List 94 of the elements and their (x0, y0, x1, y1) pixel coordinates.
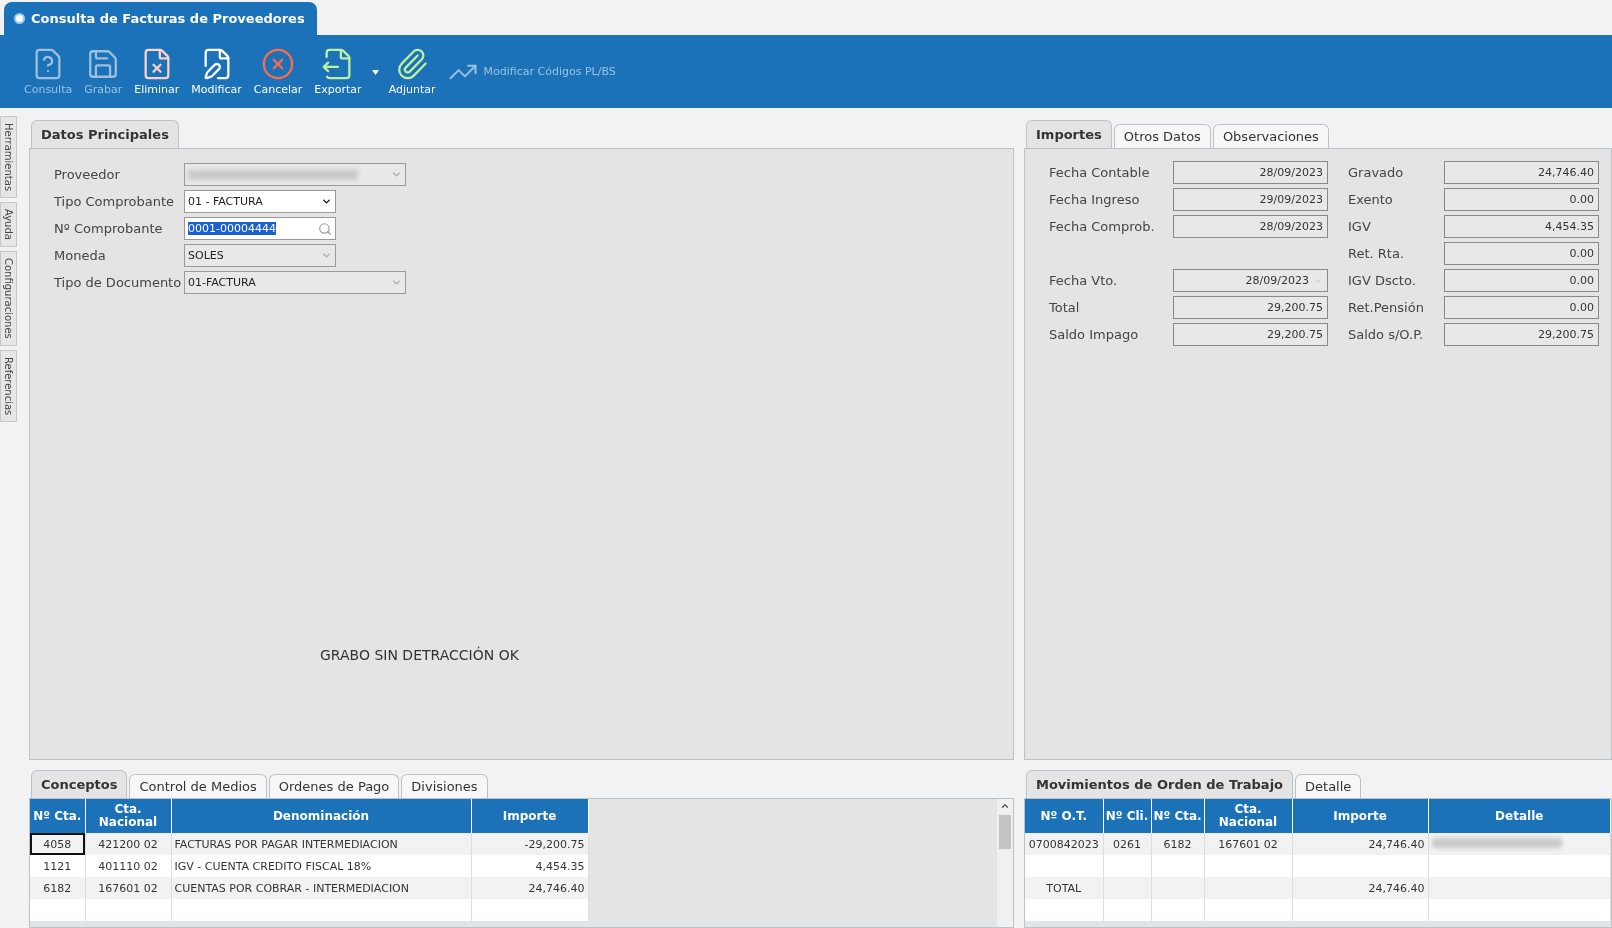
amount-field[interactable]: 28/09/2023 (1173, 161, 1328, 184)
table-cell: CUENTAS POR COBRAR - INTERMEDIACION (171, 877, 471, 899)
table-cell: 167601 02 (1204, 833, 1292, 855)
field-label: Ret.Pensión (1348, 300, 1425, 315)
table-cell: 4058 (30, 833, 85, 855)
tab[interactable]: Ordenes de Pago (268, 774, 400, 798)
amount-field[interactable]: 24,746.40 (1444, 161, 1599, 184)
side-tab[interactable]: Referencias (0, 349, 17, 423)
field-label: Exento (1348, 192, 1394, 207)
table-cell: 24,746.40 (1292, 877, 1428, 899)
field-label: Ret. Rta. (1348, 246, 1406, 261)
table-cell: 4,454.35 (471, 855, 588, 877)
column-header: Nº Cta. (1151, 799, 1204, 833)
field-label: Gravado (1348, 165, 1405, 180)
select-field[interactable]: 01 - FACTURA (184, 190, 336, 213)
table-cell: 421200 02 (85, 833, 171, 855)
dropdown-icon (321, 250, 332, 261)
table-cell: -29,200.75 (471, 833, 588, 855)
table-cell: 0261 (1103, 833, 1151, 855)
table-cell: 24,746.40 (1292, 833, 1428, 855)
field-label: Saldo s/O.P. (1348, 327, 1425, 342)
side-tab[interactable]: Ayuda (0, 202, 17, 248)
toolbar-button[interactable]: Exportar (310, 45, 366, 98)
column-header: Cta. Nacional (85, 799, 171, 833)
table-cell: 167601 02 (85, 877, 171, 899)
field-label: IGV Dscto. (1348, 273, 1417, 288)
field-label: Moneda (54, 248, 107, 263)
dropdown-icon (391, 169, 402, 180)
dropdown-icon (321, 196, 332, 207)
amount-field[interactable]: 0.00 (1444, 188, 1599, 211)
tab[interactable]: Observaciones (1212, 124, 1329, 148)
tab[interactable]: Datos Principales (31, 120, 179, 148)
tab[interactable]: Conceptos (31, 770, 128, 798)
search-icon (318, 221, 332, 236)
tab[interactable]: Divisiones (401, 774, 488, 798)
field-label: Fecha Comprob. (1049, 219, 1156, 234)
table-cell: 6182 (30, 877, 85, 899)
scroll-up-icon[interactable] (1000, 801, 1010, 811)
side-tab[interactable]: Herramientas (0, 116, 17, 199)
table-cell: 401110 02 (85, 855, 171, 877)
amount-field[interactable]: 0.00 (1444, 269, 1599, 292)
toolbar-button[interactable]: Modificar (187, 45, 246, 98)
field-label: IGV (1348, 219, 1372, 234)
search-field[interactable]: 0001-00004444 (184, 217, 336, 240)
table-cell: IGV - CUENTA CREDITO FISCAL 18% (171, 855, 471, 877)
field-label: Saldo Impago (1049, 327, 1140, 342)
scrollbar[interactable] (997, 799, 1013, 927)
status-message: GRABO SIN DETRACCIÓN OK (320, 647, 519, 663)
amount-field[interactable]: 28/09/2023 (1173, 215, 1328, 238)
table-cell: FACTURAS POR PAGAR INTERMEDIACION (171, 833, 471, 855)
field-label: Fecha Contable (1049, 165, 1151, 180)
dropdown-icon (391, 277, 402, 288)
column-header: Denominación (171, 799, 471, 833)
field-label: Fecha Ingreso (1049, 192, 1141, 207)
amount-field[interactable]: 4,454.35 (1444, 215, 1599, 238)
field-label: Proveedor (54, 167, 121, 182)
column-header: Cta. Nacional (1204, 799, 1292, 833)
column-header: Nº O.T. (1025, 799, 1103, 833)
field-label: Tipo de Documento (54, 275, 183, 290)
tab[interactable]: Importes (1026, 120, 1112, 148)
column-header: Nº Cli. (1103, 799, 1151, 833)
column-header: Importe (1292, 799, 1428, 833)
column-header: Importe (471, 799, 588, 833)
table-cell: 1121 (30, 855, 85, 877)
toolbar-button[interactable]: Adjuntar (384, 45, 440, 98)
tab[interactable]: Control de Medios (129, 774, 267, 798)
amount-field[interactable]: 29,200.75 (1444, 323, 1599, 346)
table-cell: 24,746.40 (471, 877, 588, 899)
date-field[interactable]: 28/09/2023 (1173, 269, 1328, 292)
table-cell: TOTAL (1025, 877, 1103, 899)
column-header: Nº Cta. (30, 799, 85, 833)
side-tab[interactable]: Configuraciones (0, 251, 17, 346)
scrollbar-thumb[interactable] (999, 815, 1011, 849)
amount-field[interactable]: 0.00 (1444, 242, 1599, 265)
cancel-icon (261, 47, 296, 81)
paperclip-icon (395, 47, 430, 81)
amount-field[interactable]: 29,200.75 (1173, 323, 1328, 346)
tab[interactable]: Detalle (1295, 774, 1362, 798)
field-label: Fecha Vto. (1049, 273, 1119, 288)
tab[interactable]: Otros Datos (1113, 124, 1211, 148)
app-icon (14, 13, 25, 24)
column-header: Detalle (1428, 799, 1611, 833)
toolbar-button[interactable]: Cancelar (249, 45, 307, 98)
field-label: Nº Comprobante (54, 221, 164, 236)
table-cell: 0700842023 (1025, 833, 1103, 855)
amount-field[interactable]: 29,200.75 (1173, 296, 1328, 319)
window-title: Consulta de Facturas de Proveedores (4, 2, 317, 35)
field-label: Total (1049, 300, 1081, 315)
tab[interactable]: Movimientos de Orden de Trabajo (1026, 770, 1294, 798)
amount-field[interactable]: 0.00 (1444, 296, 1599, 319)
amount-field[interactable]: 29/09/2023 (1173, 188, 1328, 211)
field-label: Tipo Comprobante (54, 194, 175, 209)
table-cell: 6182 (1151, 833, 1204, 855)
toolbar-button[interactable]: Eliminar (130, 45, 184, 98)
